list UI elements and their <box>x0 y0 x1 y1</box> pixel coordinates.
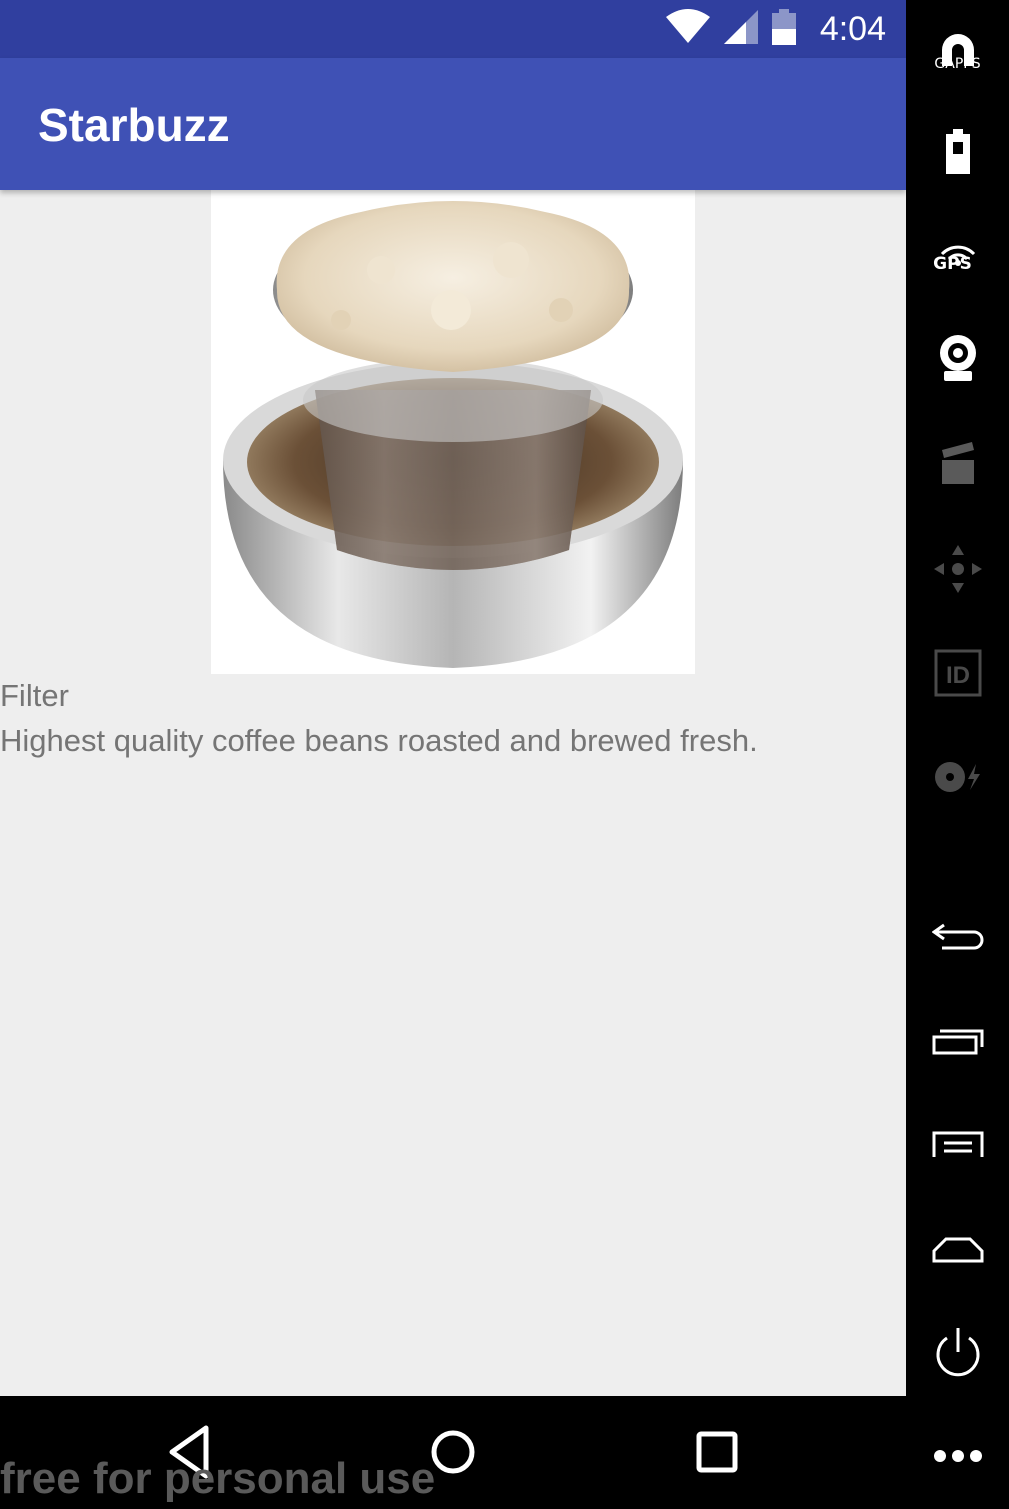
camera-icon[interactable] <box>926 326 990 390</box>
media-icon[interactable] <box>926 432 990 496</box>
app-title: Starbuzz <box>38 99 230 151</box>
cell-signal-icon <box>723 9 758 49</box>
battery-icon[interactable] <box>926 120 990 184</box>
status-bar: 4:04 <box>0 0 906 58</box>
watermark-text: free for personal use <box>0 1454 436 1503</box>
drink-photo <box>211 190 695 674</box>
wifi-icon <box>665 8 710 50</box>
gps-label: GPS <box>933 254 972 274</box>
drink-description: Highest quality coffee beans roasted and… <box>0 723 758 758</box>
recents-icon[interactable] <box>926 1010 990 1074</box>
power-icon[interactable] <box>926 1320 990 1384</box>
gapps-label: GAPPS <box>934 56 981 72</box>
disk-icon[interactable] <box>926 745 990 809</box>
battery-icon <box>771 8 796 50</box>
home-icon[interactable] <box>926 1218 990 1282</box>
app-bar: Starbuzz <box>0 58 906 190</box>
drink-name: Filter <box>0 678 69 713</box>
id-icon[interactable]: ID <box>926 641 990 705</box>
dpad-icon[interactable] <box>926 537 990 601</box>
more-icon[interactable] <box>926 1424 990 1488</box>
device-screen: 4:04 Starbuzz Filter Highest quality cof… <box>0 0 906 1509</box>
svg-text:ID: ID <box>946 662 970 689</box>
back-icon[interactable] <box>926 904 990 968</box>
status-time: 4:04 <box>819 9 886 48</box>
recents-icon[interactable] <box>685 1420 749 1484</box>
emulator-side-panel: GAPPS GPS ID <box>906 0 1009 1509</box>
menu-icon[interactable] <box>926 1112 990 1176</box>
